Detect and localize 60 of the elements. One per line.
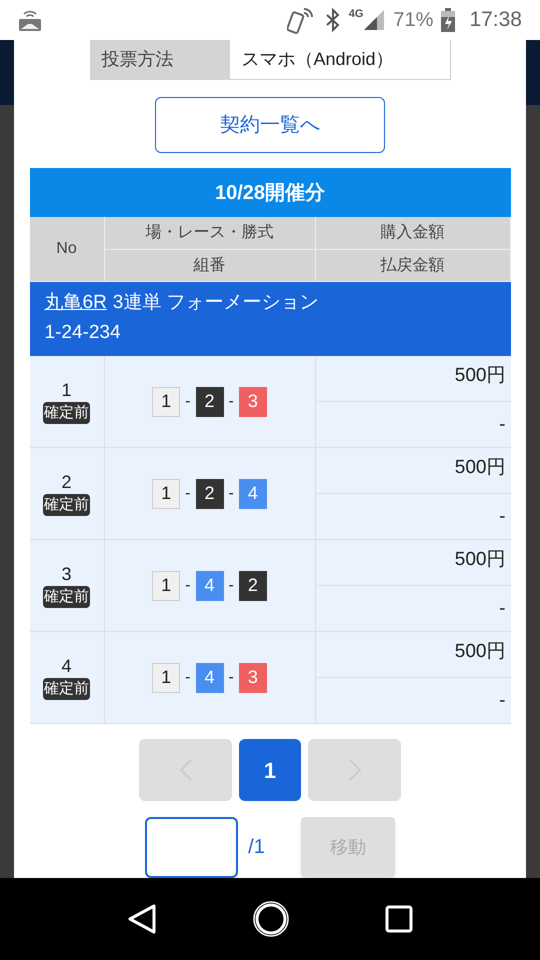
purchase-amount: 500円: [316, 540, 510, 586]
status-badge: 確定前: [43, 586, 90, 608]
payout-amount: -: [498, 596, 506, 621]
purchase-amount: 500円: [316, 632, 510, 678]
separator: -: [185, 576, 190, 596]
clock: 17:38: [469, 7, 522, 34]
boat-number: 4: [196, 662, 224, 693]
separator: -: [185, 392, 190, 412]
payout-amount: -: [498, 412, 506, 437]
boat-number: 4: [238, 478, 267, 509]
race-link[interactable]: 丸亀6R: [44, 288, 107, 318]
boat-number: 2: [238, 570, 267, 601]
boat-number: 2: [196, 478, 224, 509]
page-number-field[interactable]: [145, 816, 238, 878]
background-header-strip: [526, 40, 540, 105]
separator: -: [185, 668, 190, 688]
status-badge: 確定前: [43, 402, 90, 424]
page-button[interactable]: 1: [239, 739, 301, 802]
row-number: 3: [61, 563, 72, 586]
separator: -: [228, 484, 234, 504]
row-number: 4: [61, 655, 72, 678]
payout-amount: -: [498, 504, 506, 529]
bluetooth-icon: [324, 8, 341, 32]
status-badge: 確定前: [43, 494, 90, 516]
row-number: 1: [61, 379, 72, 402]
boat-number: 1: [152, 478, 180, 509]
purchase-amount: 500円: [316, 448, 510, 494]
boat-number: 3: [238, 386, 267, 417]
table-title: 10/28開催分: [30, 168, 510, 218]
purchase-amount: 500円: [316, 356, 510, 402]
home-icon[interactable]: [252, 900, 290, 938]
battery-charging-icon: [441, 8, 456, 32]
separator: -: [185, 484, 190, 504]
boat-number: 1: [152, 386, 180, 417]
boat-number: 2: [196, 386, 224, 417]
payout-amount: -: [498, 688, 506, 713]
column-header: 購入金額: [316, 217, 510, 250]
cast-icon: [18, 8, 42, 32]
boat-number: 3: [238, 662, 267, 693]
battery-percent: 71%: [393, 8, 434, 33]
column-header: 場・レース・勝式: [104, 217, 316, 250]
boat-number: 1: [152, 662, 180, 693]
boat-number: 1: [152, 570, 180, 601]
separator: -: [228, 392, 234, 412]
background-header-strip: [0, 40, 14, 105]
signal-icon: [363, 9, 386, 31]
contract-list-button[interactable]: 契約一覧へ: [155, 96, 385, 154]
boat-number: 4: [196, 570, 224, 601]
recent-apps-icon[interactable]: [384, 905, 413, 933]
vote-method-value: スマホ（Android）: [230, 40, 450, 80]
back-icon[interactable]: [127, 903, 158, 935]
separator: -: [228, 668, 234, 688]
status-badge: 確定前: [43, 678, 90, 700]
network-type-label: 4G: [348, 9, 364, 20]
bet-pattern: 1-24-234: [44, 321, 122, 346]
row-number: 2: [61, 471, 72, 494]
bet-type-label: 3連単 フォーメーション: [112, 291, 319, 316]
vote-method-label: 投票方法: [90, 40, 230, 80]
separator: -: [228, 576, 234, 596]
page-total: /1: [248, 835, 265, 860]
